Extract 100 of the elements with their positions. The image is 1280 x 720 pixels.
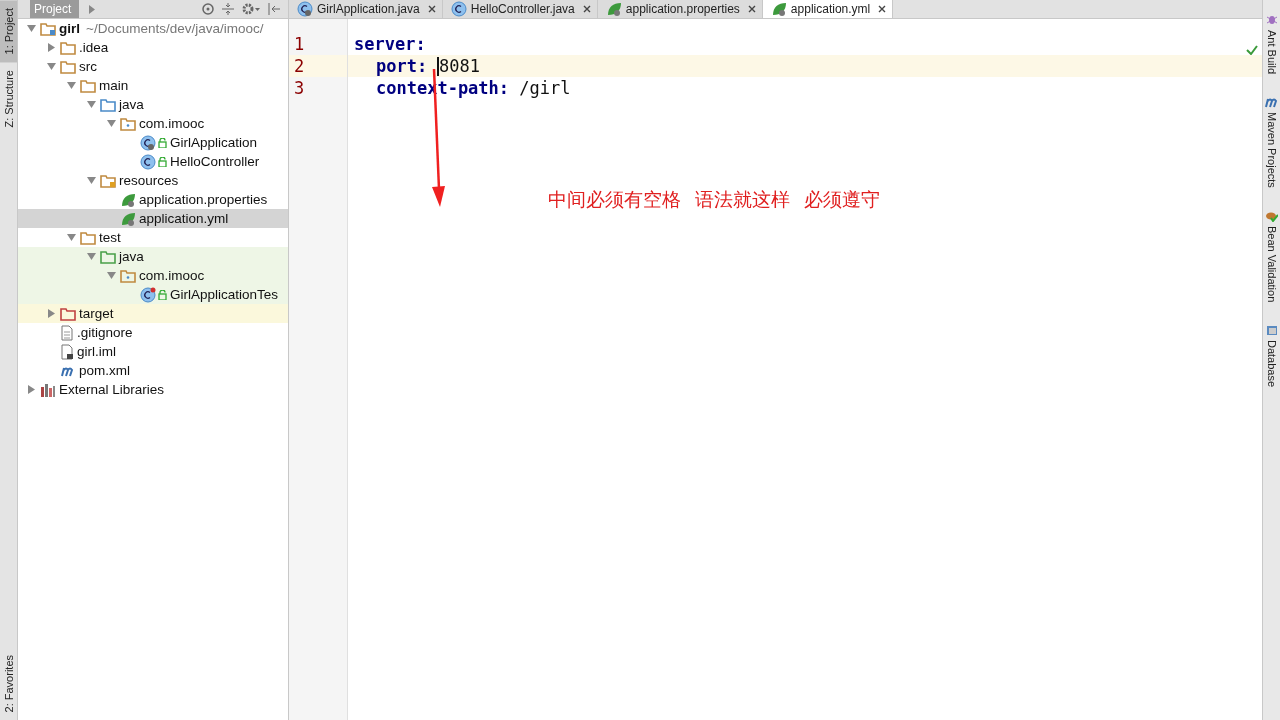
folder-icon	[40, 21, 56, 36]
target-icon[interactable]	[202, 3, 214, 15]
close-icon[interactable]	[878, 5, 887, 13]
line-number: 2	[289, 55, 347, 77]
expand-arrow-icon[interactable]	[46, 43, 56, 52]
tool-window-tab[interactable]: Database	[1263, 316, 1280, 402]
item-name: External Libraries	[59, 382, 165, 397]
collapse-icon[interactable]	[222, 3, 234, 15]
folder-icon	[100, 173, 116, 188]
lock-icon	[158, 137, 167, 148]
folder-icon	[80, 230, 96, 245]
tree-item[interactable]: girl ~/Documents/dev/java/imooc/	[18, 19, 288, 38]
class-icon	[297, 1, 313, 17]
tree-item[interactable]: main	[18, 76, 288, 95]
expand-arrow-icon[interactable]	[26, 385, 36, 394]
tree-item[interactable]: com.imooc	[18, 114, 288, 133]
folder-icon	[100, 249, 116, 264]
tree-item[interactable]: External Libraries	[18, 380, 288, 399]
maven-icon	[1263, 96, 1280, 109]
lock-icon	[158, 156, 167, 167]
hide-panel-icon[interactable]	[268, 3, 280, 15]
tree-item[interactable]: girl.iml	[18, 342, 288, 361]
tree-item[interactable]: HelloController	[18, 152, 288, 171]
item-name: java	[119, 97, 144, 112]
check-icon	[1246, 45, 1258, 55]
tree-item[interactable]: java	[18, 95, 288, 114]
tool-window-tab[interactable]: 2: Favorites	[0, 646, 17, 720]
leaf-icon	[120, 191, 136, 208]
folder-icon	[60, 306, 76, 321]
line-number: 1	[293, 33, 306, 55]
class-icon	[140, 286, 156, 303]
tree-item[interactable]: application.properties	[18, 190, 288, 209]
tool-window-tab[interactable]: Bean Validation	[1263, 201, 1280, 317]
file-icon	[60, 324, 74, 341]
caret-icon[interactable]	[89, 4, 96, 14]
item-name: main	[99, 78, 129, 93]
folder-icon	[60, 59, 76, 74]
item-name: girl	[59, 21, 80, 36]
annotation-note: 必须遵守	[804, 188, 880, 212]
expand-arrow-icon[interactable]	[46, 309, 56, 318]
tree-item[interactable]: com.imooc	[18, 266, 288, 285]
item-name: com.imooc	[139, 268, 205, 283]
item-name: GirlApplication	[170, 135, 258, 150]
item-name: HelloController	[170, 154, 260, 169]
ant-icon	[1265, 14, 1278, 26]
tool-window-tab[interactable]: 1: Project	[0, 0, 17, 63]
tool-window-tab[interactable]: Maven Projects	[1263, 88, 1280, 202]
item-name: com.imooc	[139, 116, 205, 131]
tree-item[interactable]: application.yml	[18, 209, 288, 228]
editor-tab[interactable]: application.yml	[762, 0, 894, 18]
file-icon	[60, 343, 74, 360]
item-name: GirlApplicationTes	[170, 287, 279, 302]
folder-icon	[80, 78, 96, 93]
folder-icon	[60, 40, 76, 55]
tree-item[interactable]: test	[18, 228, 288, 247]
text-caret	[437, 56, 439, 76]
item-name: target	[79, 306, 114, 321]
books-icon	[40, 382, 56, 397]
item-path: ~/Documents/dev/java/imooc/	[86, 21, 264, 36]
tree-item[interactable]: GirlApplicationTes	[18, 285, 288, 304]
code-key: server:	[354, 34, 426, 54]
folder-icon	[100, 97, 116, 112]
item-name: test	[99, 230, 121, 245]
tree-item[interactable]: src	[18, 57, 288, 76]
editor-tab[interactable]: application.properties	[597, 0, 763, 18]
editor-tab[interactable]: GirlApplication.java	[289, 0, 443, 18]
tree-item[interactable]: pom.xml	[18, 361, 288, 380]
tree-item[interactable]: resources	[18, 171, 288, 190]
close-icon[interactable]	[582, 5, 591, 13]
class-icon	[140, 153, 156, 170]
tree-item[interactable]: .idea	[18, 38, 288, 57]
leaf-icon	[770, 1, 787, 17]
code-value: 8081	[438, 56, 480, 76]
package-icon	[120, 116, 136, 131]
tool-window-tab[interactable]: Z: Structure	[0, 62, 17, 136]
line-number: 3	[293, 77, 306, 99]
close-icon[interactable]	[427, 5, 436, 13]
close-icon[interactable]	[747, 5, 756, 13]
settings-icon[interactable]	[242, 3, 260, 15]
tree-item[interactable]: .gitignore	[18, 323, 288, 342]
collapse-arrow-icon[interactable]	[26, 24, 36, 33]
tree-item[interactable]: GirlApplication	[18, 133, 288, 152]
item-name: resources	[119, 173, 179, 188]
code-value: /girl	[519, 78, 571, 98]
code-key: port:	[376, 56, 428, 76]
collapse-arrow-icon[interactable]	[86, 176, 96, 185]
tool-window-tab[interactable]: Ant Build	[1263, 6, 1280, 89]
tree-item[interactable]: java	[18, 247, 288, 266]
lock-icon	[158, 289, 167, 300]
leaf-icon	[605, 1, 622, 17]
annotation-note: 中间必须有空格	[548, 188, 681, 212]
class-icon	[140, 134, 156, 151]
tree-item[interactable]: target	[18, 304, 288, 323]
item-name: application.yml	[139, 211, 229, 226]
editor-tab[interactable]: HelloController.java	[442, 0, 598, 18]
item-name: src	[79, 59, 97, 74]
package-icon	[120, 268, 136, 283]
item-name: .gitignore	[77, 325, 133, 340]
class-icon	[450, 1, 467, 17]
item-name: java	[119, 249, 144, 264]
